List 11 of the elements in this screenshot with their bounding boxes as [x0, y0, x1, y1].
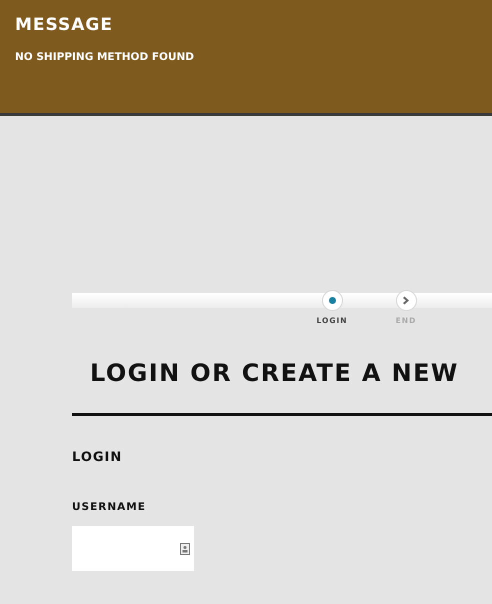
contact-card-icon	[180, 542, 190, 554]
message-text: NO SHIPPING METHOD FOUND	[15, 50, 195, 64]
message-title: MESSAGE	[15, 14, 114, 36]
field-label: USERNAME	[72, 500, 147, 514]
step-indicator[interactable]	[322, 290, 342, 311]
section-title: LOGIN	[72, 450, 124, 466]
page-heading: LOGIN OR CREATE A NEW	[90, 358, 460, 388]
input-field[interactable]	[72, 526, 194, 571]
dot-icon	[328, 296, 336, 305]
chevron-right-icon	[402, 296, 410, 305]
step-indicator[interactable]	[396, 290, 416, 311]
